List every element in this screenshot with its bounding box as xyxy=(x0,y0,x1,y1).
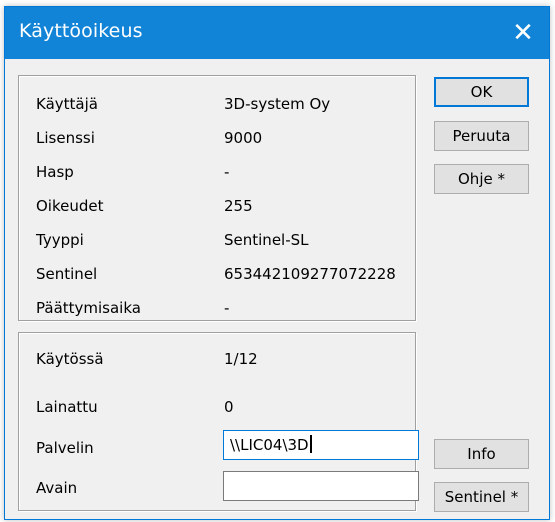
ok-button[interactable]: OK xyxy=(434,77,529,107)
type-label: Tyyppi xyxy=(36,231,84,249)
expiry-label: Päättymisaika xyxy=(36,299,141,317)
server-input-text: \\LIC04\3D xyxy=(230,436,309,454)
hasp-value: - xyxy=(224,163,230,181)
borrowed-label: Lainattu xyxy=(36,398,98,416)
type-value: Sentinel-SL xyxy=(224,231,309,249)
title-bar[interactable]: Käyttöoikeus ✕ xyxy=(5,7,549,59)
license-info-group: Käyttäjä 3D-system Oy Lisenssi 9000 Hasp… xyxy=(18,75,416,321)
text-caret xyxy=(309,435,312,453)
sentinel-label: Sentinel xyxy=(36,265,98,283)
expiry-value: - xyxy=(224,299,230,317)
help-button[interactable]: Ohje * xyxy=(434,164,529,194)
borrowed-value: 0 xyxy=(224,398,234,416)
key-label: Avain xyxy=(36,479,78,497)
in-use-label: Käytössä xyxy=(36,350,104,368)
info-button[interactable]: Info xyxy=(434,439,529,469)
cancel-button[interactable]: Peruuta xyxy=(434,121,529,151)
sentinel-value: 653442109277072228 xyxy=(224,265,396,283)
user-label: Käyttäjä xyxy=(36,95,98,113)
license-dialog: Käyttöoikeus ✕ Käyttäjä 3D-system Oy Lis… xyxy=(4,6,550,520)
sentinel-button[interactable]: Sentinel * xyxy=(434,482,529,512)
key-input[interactable] xyxy=(223,471,419,501)
server-label: Palvelin xyxy=(36,439,94,457)
server-input[interactable]: \\LIC04\3D xyxy=(223,430,419,460)
license-value: 9000 xyxy=(224,129,263,147)
rights-label: Oikeudet xyxy=(36,197,104,215)
usage-group: Käytössä 1/12 Lainattu 0 Palvelin \\LIC0… xyxy=(18,332,419,511)
dialog-title: Käyttöoikeus xyxy=(19,20,143,42)
user-value: 3D-system Oy xyxy=(224,95,331,113)
close-icon[interactable]: ✕ xyxy=(505,15,541,51)
hasp-label: Hasp xyxy=(36,163,74,181)
license-label: Lisenssi xyxy=(36,129,95,147)
rights-value: 255 xyxy=(224,197,253,215)
in-use-value: 1/12 xyxy=(224,350,258,368)
